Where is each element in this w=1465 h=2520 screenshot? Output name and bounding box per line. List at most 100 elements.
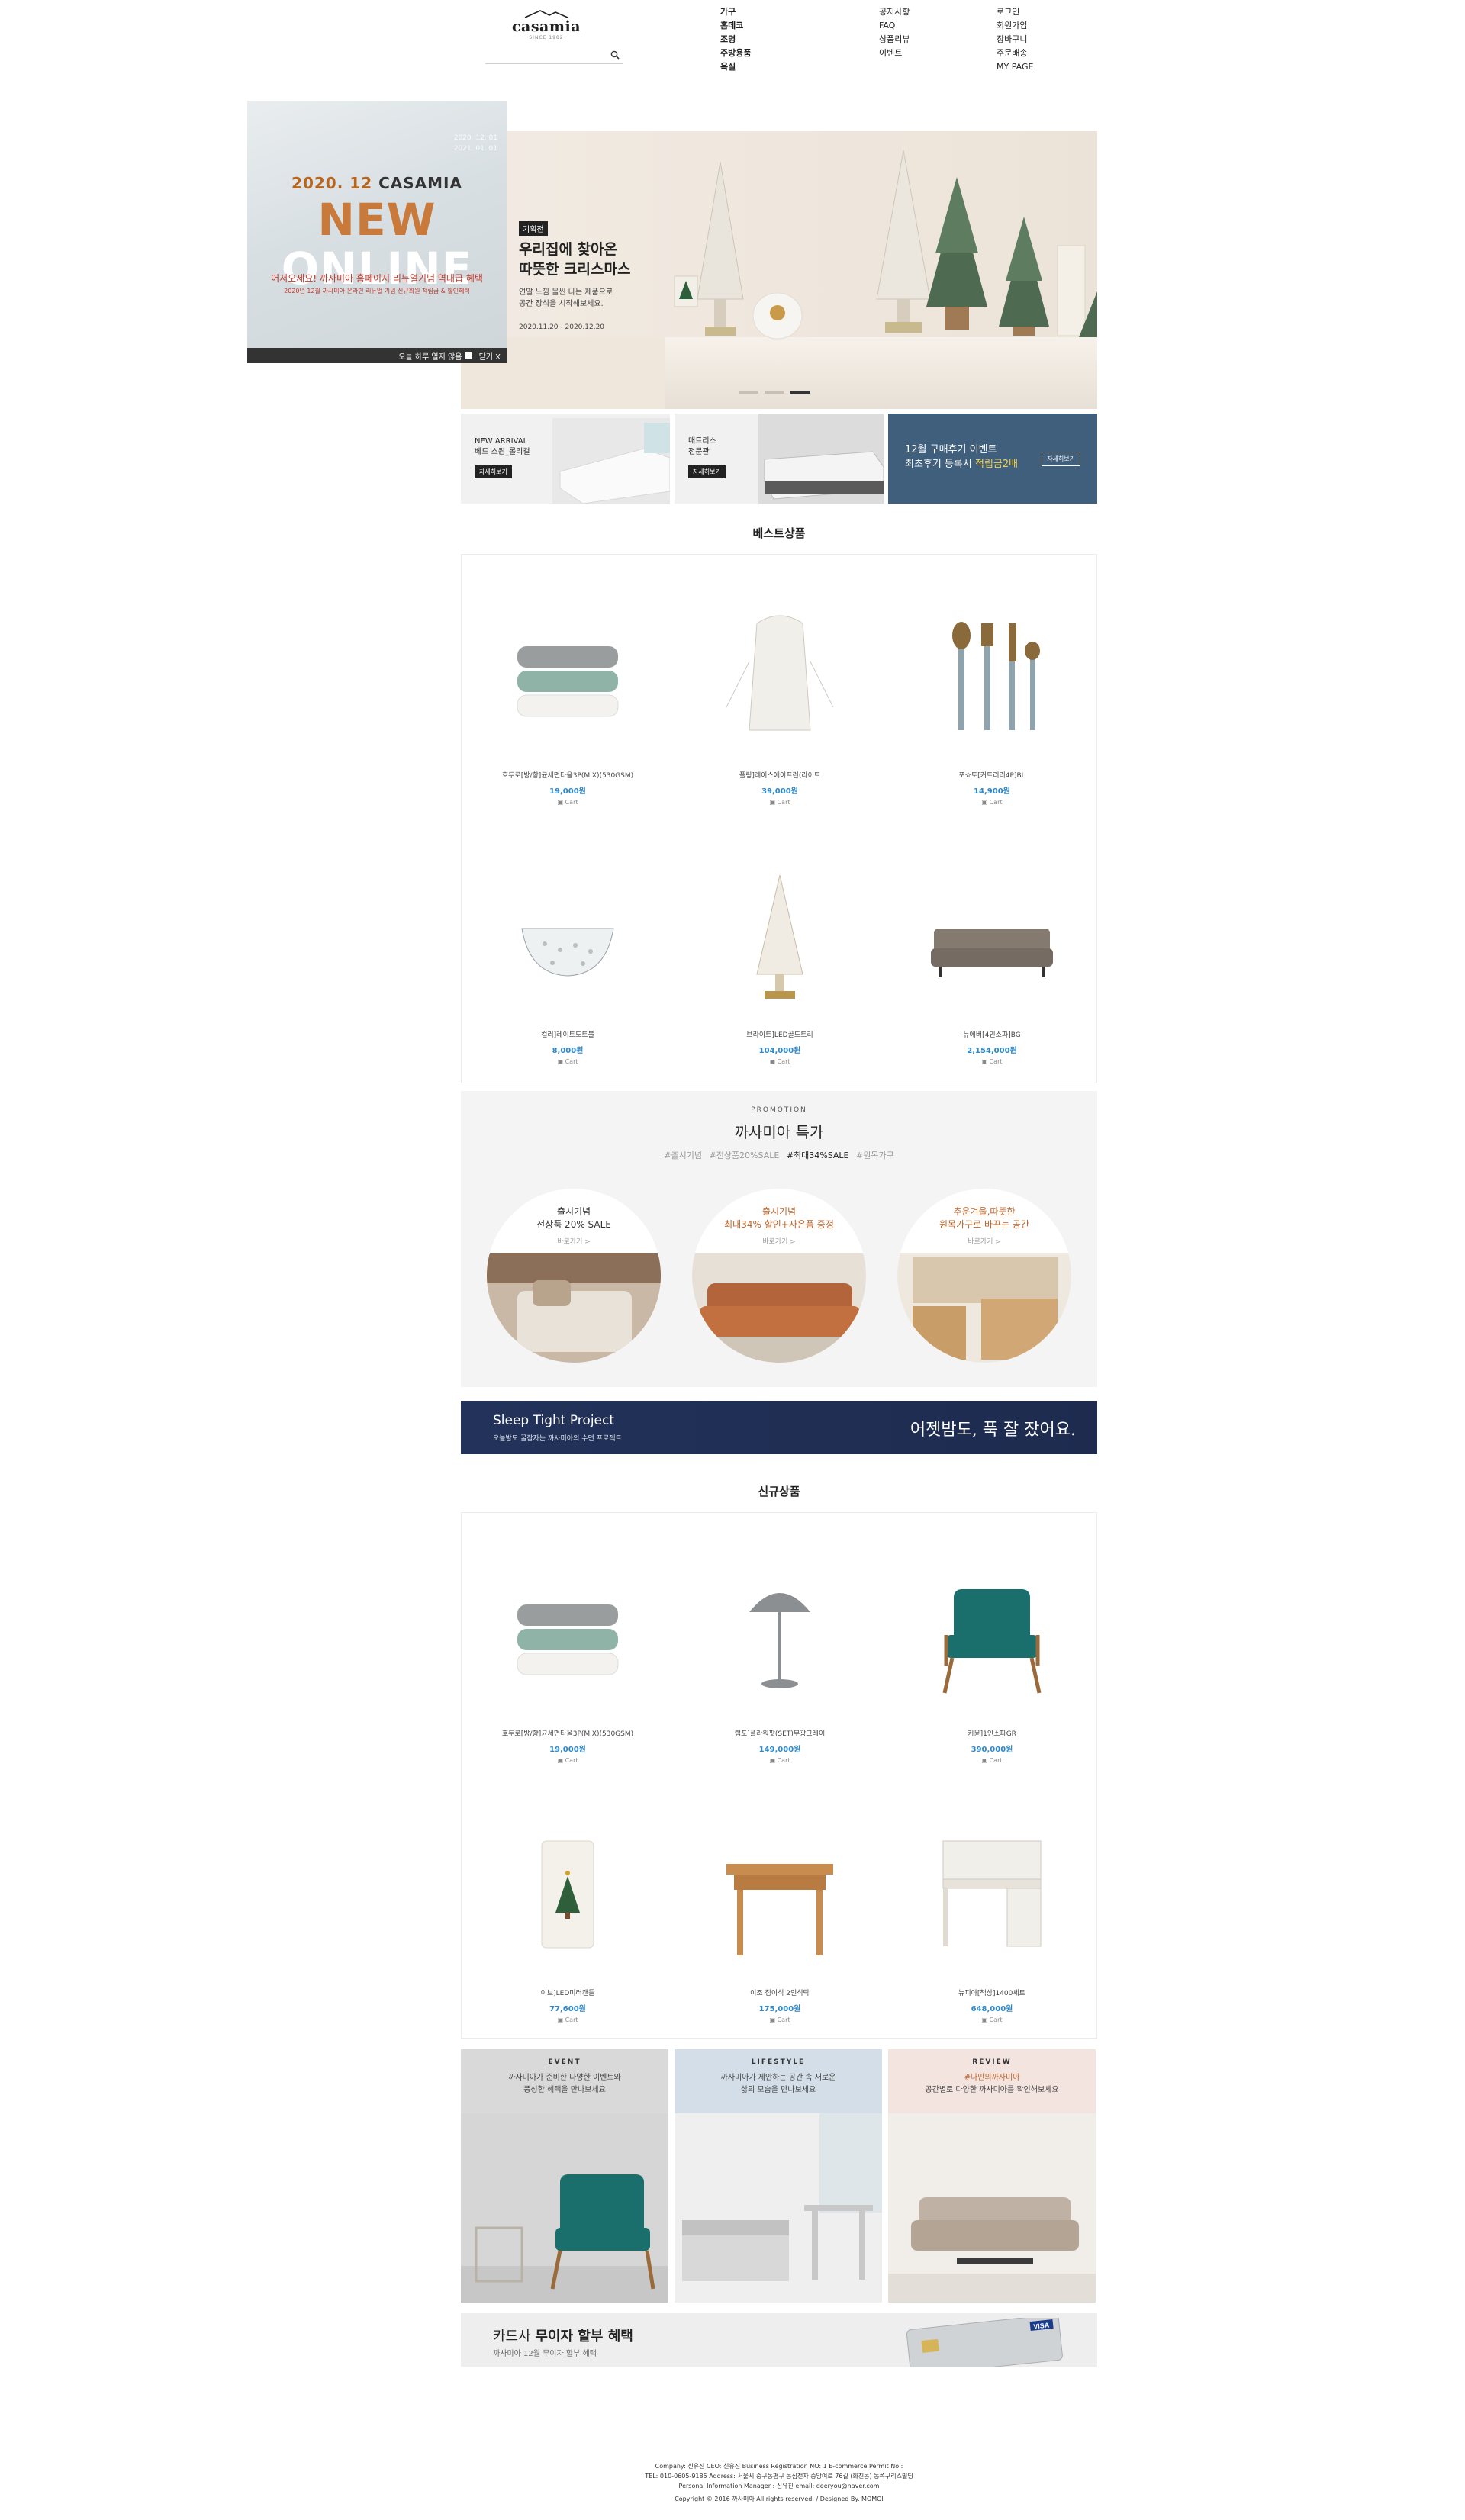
menu-item-faq[interactable]: FAQ: [879, 20, 910, 32]
product-card[interactable]: 뉴피아[책상]1400세트 648,000원 ▣ Cart: [886, 1818, 1098, 2023]
add-to-cart-link[interactable]: ▣ Cart: [886, 1058, 1098, 1065]
sleep-tight-banner[interactable]: Sleep Tight Project 오늘밤도 꿀잠자는 까사미아의 수면 프…: [461, 1401, 1097, 1454]
product-card[interactable]: 컬러]레이트도트볼 8,000원 ▣ Cart: [462, 860, 674, 1065]
product-card[interactable]: 호두로[방/향]균세면타올3P(MIX)(530GSM) 19,000원 ▣ Car…: [462, 1559, 674, 1764]
event-popup[interactable]: 2020. 12. 01 2021. 01. 01 2020. 12 CASAM…: [247, 101, 507, 363]
promo-line-b: 최대34% 할인+사은품 증정: [724, 1219, 834, 1230]
product-name[interactable]: 브라이트]LED골드트리: [674, 1029, 886, 1039]
product-card[interactable]: 이조 접이식 2인식탁 175,000원 ▣ Cart: [674, 1818, 886, 2023]
popup-line1: 어서오세요! 까사미아 홈페이지 리뉴얼기념 역대급 혜택: [271, 273, 483, 284]
logo[interactable]: casamia SINCE 1982: [485, 9, 607, 49]
add-to-cart-link[interactable]: ▣ Cart: [462, 2016, 674, 2023]
promo-go-link[interactable]: 바로가기 >: [897, 1236, 1071, 1246]
product-name[interactable]: 커뮨]1인소파GR: [886, 1728, 1098, 1738]
menu-item-kitchen[interactable]: 주방용품: [720, 47, 751, 60]
product-card[interactable]: 포쇼토[커트러리4P]BL 14,900원 ▣ Cart: [886, 600, 1098, 806]
slide-dot-active[interactable]: [790, 391, 810, 394]
product-name[interactable]: 포쇼토[커트러리4P]BL: [886, 770, 1098, 780]
apron-image[interactable]: [704, 600, 856, 753]
hero-banner[interactable]: 기획전 우리집에 찾아온 따뜻한 크리스마스 연말 느낌 물씬 나는 제품으로 …: [461, 131, 1097, 409]
lamp-image[interactable]: [704, 1559, 856, 1711]
detail-button[interactable]: 자세히보기: [475, 465, 512, 478]
promo-tag[interactable]: #출시기념: [664, 1151, 702, 1160]
menu-item-furniture[interactable]: 가구: [720, 6, 751, 18]
hero-period: 2020.11.20 - 2020.12.20: [519, 323, 605, 331]
menu-item-lighting[interactable]: 조명: [720, 34, 751, 46]
promo-go-link[interactable]: 바로가기 >: [487, 1236, 661, 1246]
menu-item-homedeco[interactable]: 홈데코: [720, 20, 751, 32]
menu-item-bath[interactable]: 욕실: [720, 61, 751, 73]
menu-item-login[interactable]: 로그인: [997, 6, 1033, 18]
add-to-cart-link[interactable]: ▣ Cart: [886, 2016, 1098, 2023]
towel-stack-image[interactable]: [491, 600, 644, 753]
sub-banner-new-arrival[interactable]: NEW ARRIVAL 베드 스원_롤리컬 자세히보기: [461, 414, 670, 504]
promo-circle-wood[interactable]: 추운겨울,따뜻한 원목가구로 바꾸는 공간 바로가기 >: [897, 1189, 1071, 1363]
promo-circle-launch[interactable]: 출시기념 전상품 20% SALE 바로가기 >: [487, 1189, 661, 1363]
search-icon[interactable]: [610, 50, 620, 60]
lifestyle-card[interactable]: LIFESTYLE 까사미아가 제안하는 공간 속 새로운 삶의 모습을 만나보세…: [675, 2049, 882, 2303]
add-to-cart-link[interactable]: ▣ Cart: [462, 1058, 674, 1065]
product-name[interactable]: 뉴에버[4인소파]BG: [886, 1029, 1098, 1039]
add-to-cart-link[interactable]: ▣ Cart: [886, 1757, 1098, 1764]
desk-image[interactable]: [916, 1818, 1068, 1971]
add-to-cart-link[interactable]: ▣ Cart: [462, 799, 674, 806]
menu-item-mypage[interactable]: MY PAGE: [997, 61, 1033, 73]
product-card[interactable]: 뉴에버[4인소파]BG 2,154,000원 ▣ Cart: [886, 860, 1098, 1065]
menu-item-cart[interactable]: 장바구니: [997, 34, 1033, 46]
detail-button[interactable]: 자세히보기: [1042, 452, 1080, 466]
menu-item-notice[interactable]: 공지사항: [879, 6, 910, 18]
towel-stack-image[interactable]: [491, 1559, 644, 1711]
product-name[interactable]: 호두로[방/향]균세면타올3P(MIX)(530GSM): [462, 1728, 674, 1738]
product-card[interactable]: 램포]플라워팟(SET)무광그레이 149,000원 ▣ Cart: [674, 1559, 886, 1764]
event-card[interactable]: EVENT 까사미아가 준비한 다양한 이벤트와 풍성한 혜택을 만나보세요: [461, 2049, 668, 2303]
product-name[interactable]: 램포]플라워팟(SET)무광그레이: [674, 1728, 886, 1738]
product-name[interactable]: 컬러]레이트도트볼: [462, 1029, 674, 1039]
product-name[interactable]: 이조 접이식 2인식탁: [674, 1987, 886, 1997]
product-card[interactable]: 이브]LED미러캔들 77,600원 ▣ Cart: [462, 1818, 674, 2023]
cart-label: Cart: [565, 1757, 578, 1764]
product-name[interactable]: 뉴피아[책상]1400세트: [886, 1987, 1098, 1997]
slide-dot[interactable]: [765, 391, 784, 394]
candle-image[interactable]: [491, 1818, 644, 1971]
review-card[interactable]: REVIEW #나만의까사미아 공간별로 다양한 까사미아를 확인해보세요: [888, 2049, 1096, 2303]
product-card[interactable]: 브라이트]LED골드트리 104,000원 ▣ Cart: [674, 860, 886, 1065]
promo-tag[interactable]: #원목가구: [856, 1151, 894, 1160]
glass-tree-image[interactable]: [704, 860, 856, 1012]
promo-go-link[interactable]: 바로가기 >: [692, 1236, 866, 1246]
product-price: 19,000원: [549, 787, 586, 796]
no-show-today[interactable]: 오늘 하루 열지 않음: [398, 350, 472, 362]
drop-leaf-table-image[interactable]: [704, 1818, 856, 1971]
add-to-cart-link[interactable]: ▣ Cart: [674, 2016, 886, 2023]
menu-item-orders[interactable]: 주문배송: [997, 47, 1033, 60]
promo-tag-active[interactable]: #최대34%SALE: [787, 1151, 849, 1160]
card-installment-banner[interactable]: 카드사 무이자 할부 혜택 까사미아 12월 무이자 할부 혜택 VISA: [461, 2313, 1097, 2367]
checkbox-icon[interactable]: [464, 352, 472, 359]
sub-banner-mattress[interactable]: 매트리스 전문관 자세히보기: [675, 414, 884, 504]
detail-button[interactable]: 자세히보기: [688, 465, 726, 478]
add-to-cart-link[interactable]: ▣ Cart: [674, 1757, 886, 1764]
menu-item-event[interactable]: 이벤트: [879, 47, 910, 60]
sofa-image[interactable]: [916, 860, 1068, 1012]
product-name[interactable]: 플링]레이스에이프런(라이트: [674, 770, 886, 780]
promo-circle-sale[interactable]: 출시기념 최대34% 할인+사은품 증정 바로가기 >: [692, 1189, 866, 1363]
promo-tag[interactable]: #전상품20%SALE: [709, 1151, 779, 1160]
add-to-cart-link[interactable]: ▣ Cart: [886, 799, 1098, 806]
armchair-image[interactable]: [916, 1559, 1068, 1711]
product-card[interactable]: 호두로[방/향]균세면타올3P(MIX)(530GSM) 19,000원 ▣ Car…: [462, 600, 674, 806]
popup-close-button[interactable]: 닫기 X: [479, 350, 501, 362]
search-input[interactable]: [485, 47, 623, 64]
product-card[interactable]: 커뮨]1인소파GR 390,000원 ▣ Cart: [886, 1559, 1098, 1764]
cutlery-image[interactable]: [916, 600, 1068, 753]
add-to-cart-link[interactable]: ▣ Cart: [462, 1757, 674, 1764]
menu-item-join[interactable]: 회원가입: [997, 20, 1033, 32]
sub-banner-review-event[interactable]: 12월 구매후기 이벤트 최초후기 등록시 적립금2배 자세히보기: [888, 414, 1097, 504]
product-name[interactable]: 호두로[방/향]균세면타올3P(MIX)(530GSM): [462, 770, 674, 780]
product-name[interactable]: 이브]LED미러캔들: [462, 1987, 674, 1997]
add-to-cart-link[interactable]: ▣ Cart: [674, 799, 886, 806]
slide-dot[interactable]: [739, 391, 758, 394]
cart-label: Cart: [565, 1058, 578, 1065]
menu-item-review[interactable]: 상품리뷰: [879, 34, 910, 46]
product-card[interactable]: 플링]레이스에이프런(라이트 39,000원 ▣ Cart: [674, 600, 886, 806]
add-to-cart-link[interactable]: ▣ Cart: [674, 1058, 886, 1065]
glass-bowl-image[interactable]: [491, 860, 644, 1012]
